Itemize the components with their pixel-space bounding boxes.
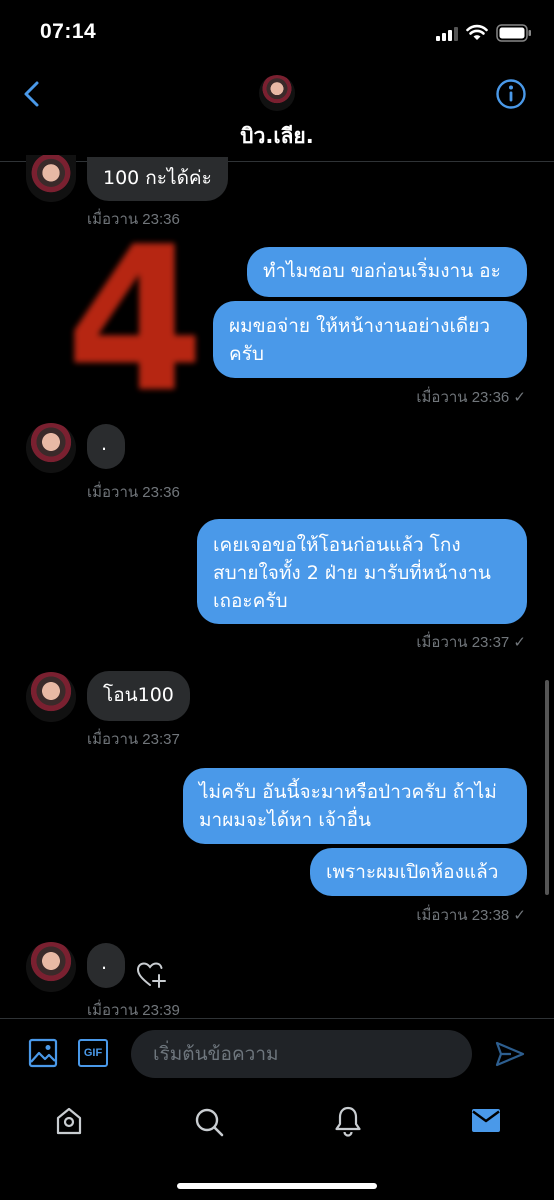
message-line: เถอะครับ <box>213 590 288 612</box>
heart-plus-icon[interactable] <box>136 960 168 990</box>
incoming-message[interactable]: . <box>87 424 125 469</box>
search-icon[interactable] <box>193 1106 225 1138</box>
sender-avatar[interactable] <box>26 672 76 722</box>
sticker-number-four: 4 <box>65 204 205 437</box>
message-timestamp: เมื่อวาน 23:36 ✓ <box>416 389 526 406</box>
sender-avatar[interactable] <box>26 942 76 992</box>
sender-avatar[interactable] <box>26 423 76 473</box>
outgoing-message[interactable]: เคยเจอขอให้โอนก่อนแล้ว โกง สบายใจทั้ง 2 … <box>197 519 527 624</box>
message-timestamp: เมื่อวาน 23:36 <box>87 484 180 501</box>
gif-icon[interactable]: GIF <box>78 1039 108 1067</box>
message-input[interactable]: เริ่มต้นข้อความ <box>131 1030 472 1078</box>
message-line: ไม่ครับ อันนี้จะมาหรือป่าวครับ ถ้าไม่ <box>199 781 497 803</box>
message-line: สบายใจทั้ง 2 ฝ่าย มารับที่หน้างาน <box>213 562 491 584</box>
outgoing-message[interactable]: เพราะผมเปิดห้องแล้ว <box>310 848 527 896</box>
incoming-message[interactable]: 100 กะได้ค่ะ <box>87 157 228 201</box>
mail-icon[interactable] <box>470 1107 502 1135</box>
cellular-signal-icon <box>436 27 458 41</box>
message-line: ครับ <box>229 343 264 365</box>
home-icon[interactable] <box>54 1105 84 1137</box>
home-indicator <box>177 1183 377 1189</box>
message-line: มาผมจะได้หา เจ้าอื่น <box>199 809 372 831</box>
outgoing-message[interactable]: ไม่ครับ อันนี้จะมาหรือป่าวครับ ถ้าไม่ มา… <box>183 768 527 844</box>
message-timestamp: เมื่อวาน 23:38 ✓ <box>416 907 526 924</box>
outgoing-message[interactable]: ผมขอจ่าย ให้หน้างานอย่างเดียว ครับ <box>213 301 527 378</box>
image-icon[interactable] <box>28 1038 58 1068</box>
incoming-message[interactable]: โอน100 <box>87 671 190 721</box>
bell-icon[interactable] <box>333 1105 363 1137</box>
message-line: เคยเจอขอให้โอนก่อนแล้ว โกง <box>213 534 461 556</box>
back-chevron-icon[interactable] <box>22 80 42 108</box>
sender-avatar[interactable] <box>26 155 76 202</box>
battery-icon <box>496 24 531 42</box>
message-timestamp: เมื่อวาน 23:37 ✓ <box>416 634 526 651</box>
message-line: ผมขอจ่าย ให้หน้างานอย่างเดียว <box>229 315 491 337</box>
header-avatar[interactable] <box>259 75 295 111</box>
conversation-title[interactable]: บิว.เลีย. <box>0 120 554 153</box>
wifi-icon <box>466 24 488 40</box>
outgoing-message[interactable]: ทำไมชอบ ขอก่อนเริ่มงาน อะ <box>247 247 527 297</box>
info-icon[interactable] <box>495 78 527 110</box>
incoming-message[interactable]: . <box>87 943 125 988</box>
status-time: 07:14 <box>40 20 97 43</box>
send-icon[interactable] <box>495 1040 525 1068</box>
status-bar: 07:14 <box>0 0 554 66</box>
scrollbar[interactable] <box>545 680 549 895</box>
message-timestamp: เมื่อวาน 23:37 <box>87 731 180 748</box>
